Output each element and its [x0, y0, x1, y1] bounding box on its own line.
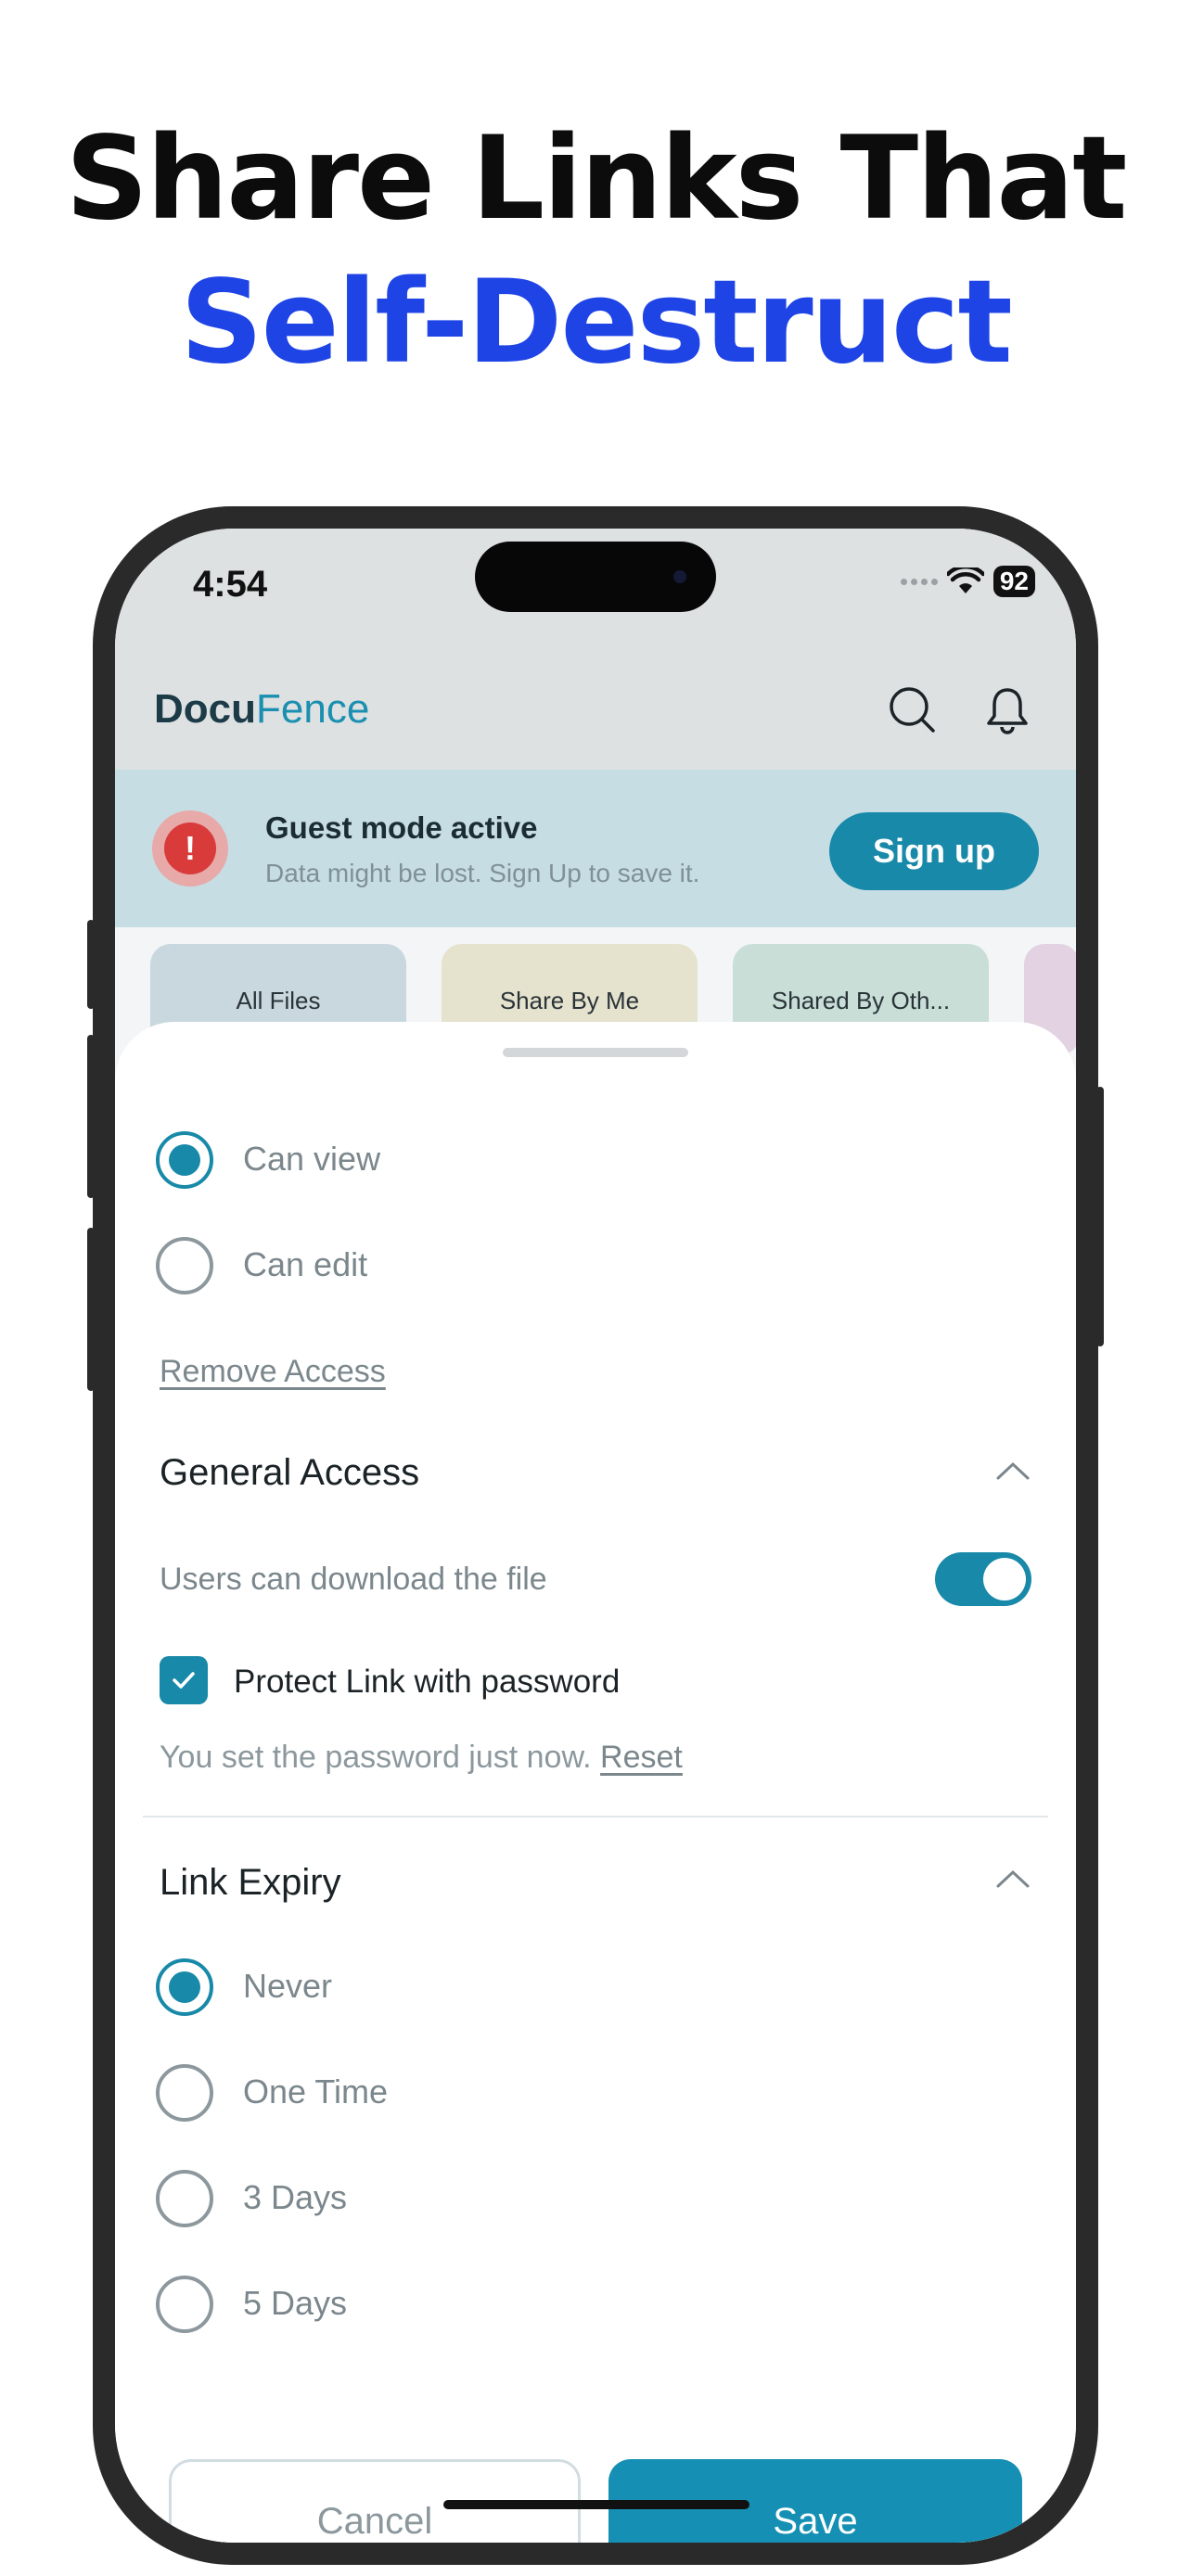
expiry-5-days-label: 5 Days: [243, 2284, 348, 2322]
sheet-drag-handle[interactable]: [503, 1048, 688, 1057]
expiry-3-days-radio[interactable]: [156, 2170, 213, 2227]
status-time: 4:54: [193, 564, 268, 605]
download-toggle[interactable]: [935, 1552, 1031, 1606]
chevron-up-icon[interactable]: [994, 1460, 1031, 1482]
power-button: [1096, 1087, 1104, 1346]
protect-password-label: Protect Link with password: [234, 1664, 621, 1700]
password-note: You set the password just now. Reset: [160, 1740, 683, 1776]
can-view-label: Can view: [243, 1140, 381, 1178]
chevron-up-icon[interactable]: [994, 1868, 1031, 1890]
expiry-one-time-radio[interactable]: [156, 2064, 213, 2122]
headline-line-1: Share Links That: [65, 112, 1128, 246]
share-settings-sheet: Can view Can edit Remove Access General …: [115, 1022, 1076, 2543]
logo-part-2: Fence: [256, 686, 370, 732]
status-icons: 92: [900, 566, 1035, 597]
battery-indicator: 92: [992, 566, 1035, 597]
action-button: [87, 920, 95, 1009]
reset-link[interactable]: Reset: [600, 1740, 683, 1775]
password-note-text: You set the password just now.: [160, 1740, 592, 1775]
app-header: DocuFence: [115, 649, 1076, 770]
notifications-button[interactable]: [980, 682, 1035, 738]
general-access-title: General Access: [160, 1452, 420, 1493]
expiry-3-days-label: 3 Days: [243, 2178, 348, 2216]
app-logo: DocuFence: [154, 686, 369, 733]
bell-icon: [987, 688, 1028, 734]
cellular-signal-icon: [900, 578, 938, 585]
sign-up-button[interactable]: Sign up: [829, 812, 1039, 890]
toggle-knob: [983, 1558, 1026, 1600]
expiry-5-days-radio[interactable]: [156, 2276, 213, 2333]
link-expiry-title: Link Expiry: [160, 1862, 341, 1903]
can-edit-radio[interactable]: [156, 1237, 213, 1294]
status-bar: 4:54 92: [115, 529, 1076, 649]
can-view-radio[interactable]: [156, 1131, 213, 1189]
volume-down-button: [87, 1228, 95, 1391]
search-icon: [890, 687, 935, 733]
camera-icon: [673, 570, 686, 583]
dynamic-island: [475, 542, 716, 612]
protect-password-checkbox[interactable]: [160, 1656, 208, 1704]
checkmark-icon: [173, 1672, 195, 1689]
wifi-icon: [946, 567, 984, 593]
download-label: Users can download the file: [160, 1562, 547, 1597]
home-indicator[interactable]: [443, 2500, 749, 2509]
headline: Share Links That Self-Destruct: [0, 109, 1191, 397]
phone-screen: 4:54 92 DocuFence ! Guest mode active Da…: [115, 529, 1076, 2543]
can-edit-label: Can edit: [243, 1245, 368, 1283]
phone-frame: 4:54 92 DocuFence ! Guest mode active Da…: [87, 506, 1104, 2565]
guest-title: Guest mode active: [265, 810, 538, 845]
expiry-one-time-label: One Time: [243, 2072, 389, 2111]
expiry-never-label: Never: [243, 1967, 333, 2005]
warning-icon: !: [152, 810, 228, 886]
guest-subtitle: Data might be lost. Sign Up to save it.: [265, 859, 700, 887]
headline-line-2: Self-Destruct: [180, 256, 1012, 389]
section-divider: [143, 1816, 1048, 1817]
logo-part-1: Docu: [154, 686, 256, 732]
volume-up-button: [87, 1035, 95, 1198]
expiry-never-radio[interactable]: [156, 1958, 213, 2016]
search-button[interactable]: [885, 682, 941, 738]
guest-mode-banner: ! Guest mode active Data might be lost. …: [115, 770, 1076, 927]
remove-access-link[interactable]: Remove Access: [160, 1354, 386, 1390]
